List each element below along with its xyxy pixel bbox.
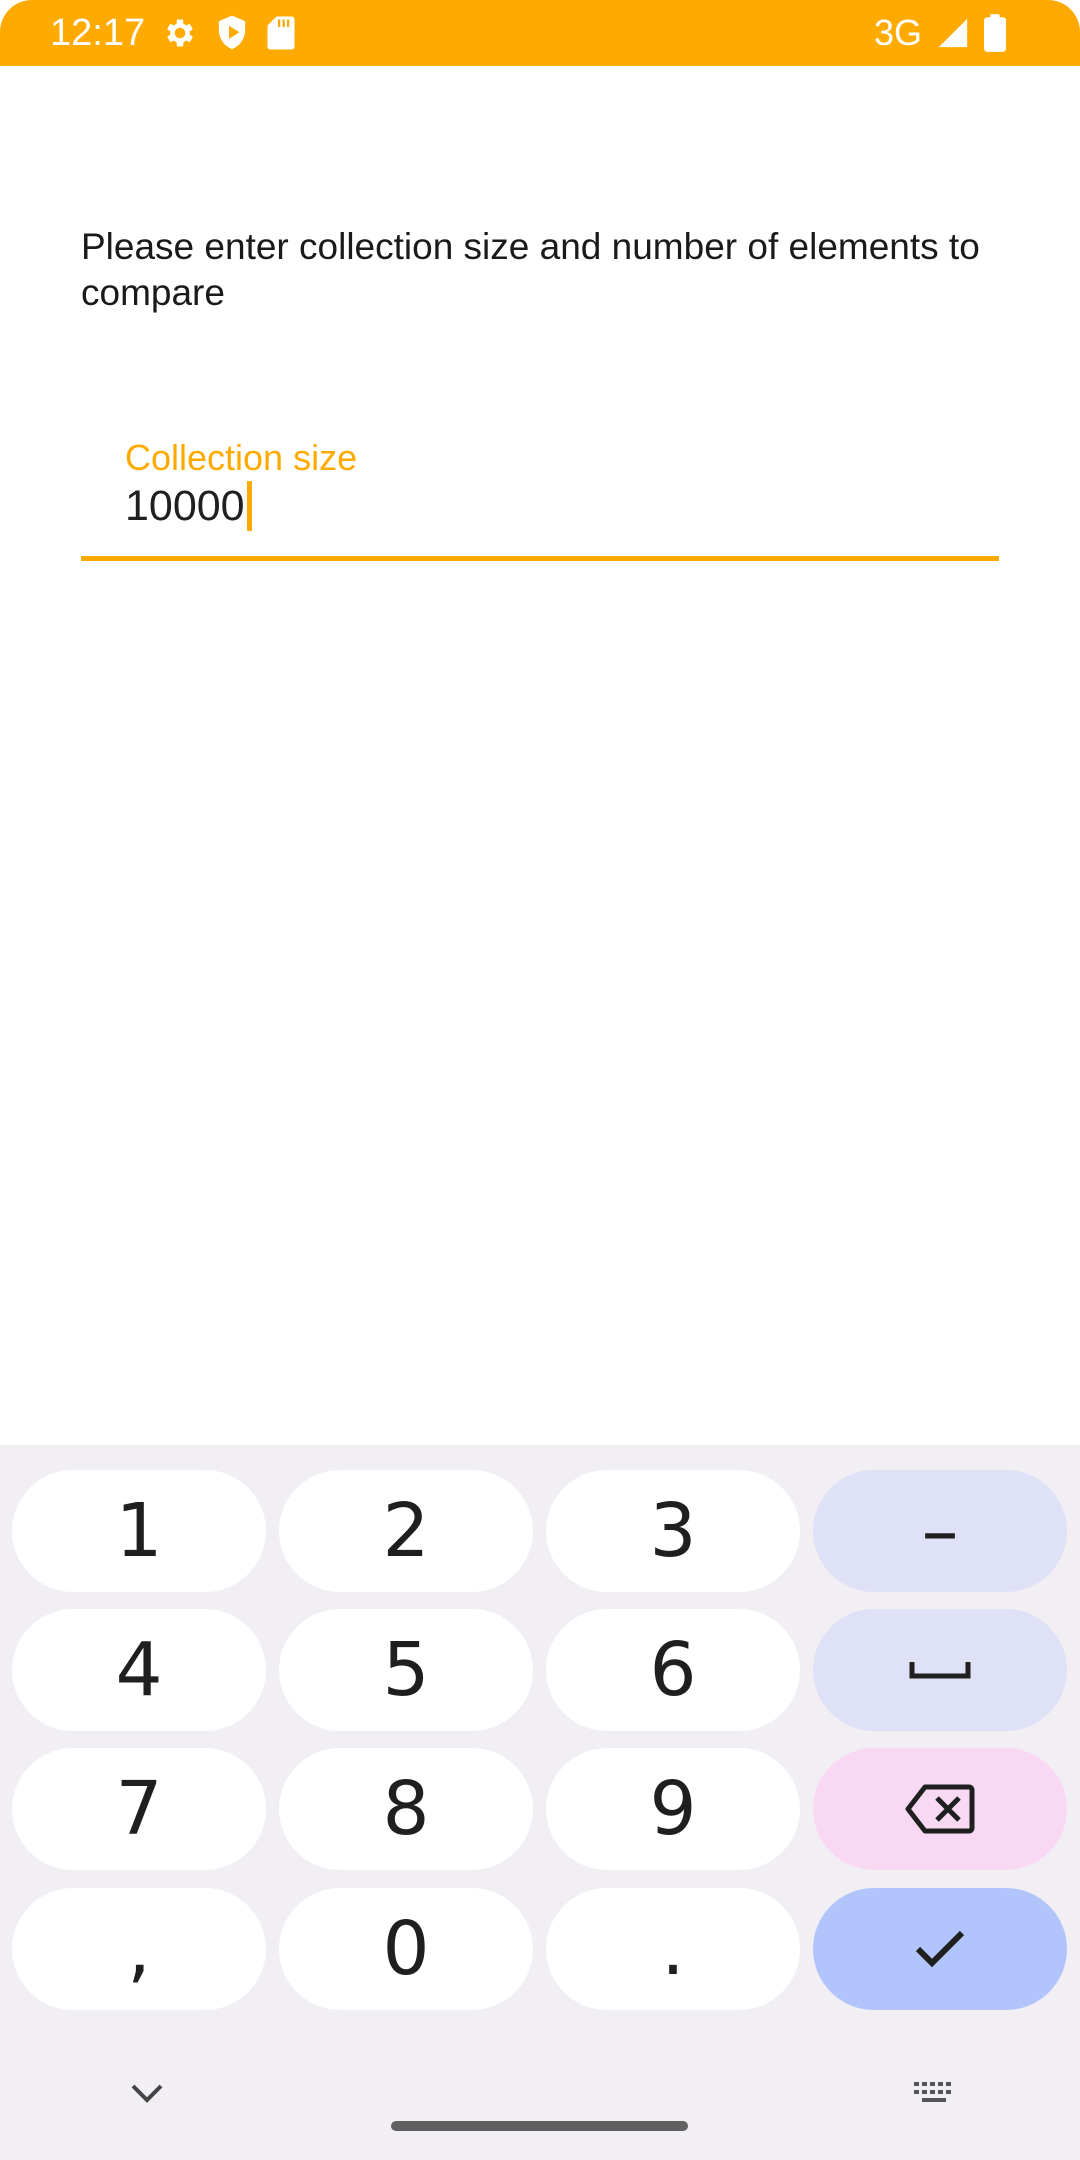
key-backspace[interactable]	[813, 1748, 1067, 1870]
key-1[interactable]: 1	[12, 1470, 266, 1592]
status-time: 12:17	[50, 12, 146, 54]
key-8[interactable]: 8	[279, 1748, 533, 1870]
key-2[interactable]: 2	[279, 1470, 533, 1592]
shield-play-icon	[214, 14, 250, 52]
sd-card-icon	[266, 15, 296, 51]
collection-size-value: 10000	[125, 482, 245, 530]
key-0[interactable]: 0	[279, 1888, 533, 2010]
chevron-down-icon	[131, 2084, 163, 2103]
key-period[interactable]: .	[546, 1888, 800, 2010]
key-4[interactable]: 4	[12, 1609, 266, 1731]
settings-icon	[162, 15, 198, 51]
instruction-text: Please enter collection size and number …	[81, 226, 980, 313]
space-icon	[909, 1662, 971, 1679]
signal-icon	[936, 16, 970, 50]
keyboard-icon	[914, 2082, 951, 2102]
key-dash[interactable]: –	[813, 1470, 1067, 1592]
field-underline	[81, 556, 999, 561]
key-7[interactable]: 7	[12, 1748, 266, 1870]
key-comma[interactable]: ,	[12, 1888, 266, 2010]
battery-icon	[984, 14, 1006, 52]
key-3[interactable]: 3	[546, 1470, 800, 1592]
key-space[interactable]	[813, 1609, 1067, 1731]
network-type: 3G	[873, 12, 922, 53]
checkmark-icon	[915, 1930, 965, 1968]
switch-keyboard-button[interactable]	[912, 2080, 956, 2115]
key-5[interactable]: 5	[279, 1609, 533, 1731]
key-6[interactable]: 6	[546, 1609, 800, 1731]
status-bar: 12:17 3G	[0, 0, 1080, 66]
backspace-icon	[905, 1784, 975, 1834]
status-icons-left	[162, 14, 296, 52]
status-icons-right: 3G	[874, 12, 1006, 54]
home-indicator[interactable]	[391, 2121, 688, 2131]
key-9[interactable]: 9	[546, 1748, 800, 1870]
key-enter[interactable]	[813, 1888, 1067, 2010]
collection-size-input[interactable]: 10000	[125, 480, 252, 532]
text-cursor	[246, 481, 252, 531]
hide-keyboard-button[interactable]	[130, 2080, 164, 2111]
collection-size-label: Collection size	[125, 437, 358, 478]
